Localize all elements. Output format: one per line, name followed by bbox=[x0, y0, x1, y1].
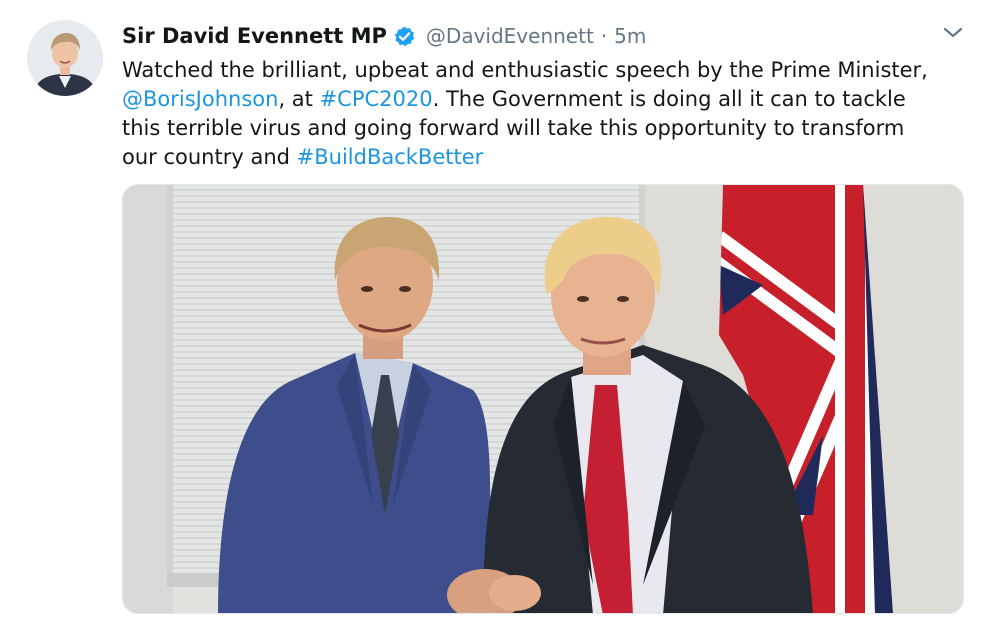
tweet-header: Sir David Evennett MP @DavidEvennett · 5… bbox=[122, 20, 646, 52]
text-fragment: , at bbox=[278, 87, 320, 111]
photo-image bbox=[123, 185, 963, 613]
tweet-text-line-2: @BorisJohnson, at #CPC2020. The Governme… bbox=[122, 85, 972, 114]
author-handle[interactable]: @DavidEvennett bbox=[426, 24, 594, 48]
timestamp-link[interactable]: 5m bbox=[614, 24, 646, 48]
avatar-image bbox=[27, 20, 103, 96]
tweet-text-line-4: our country and #BuildBackBetter bbox=[122, 143, 972, 172]
text-fragment: . The Government is doing all it can to … bbox=[432, 87, 906, 111]
tweet-text: Watched the brilliant, upbeat and enthus… bbox=[122, 56, 972, 172]
hashtag-link[interactable]: #BuildBackBetter bbox=[297, 145, 484, 169]
avatar[interactable] bbox=[27, 20, 103, 96]
verified-badge-icon bbox=[393, 25, 416, 48]
mention-link[interactable]: @BorisJohnson bbox=[122, 87, 278, 111]
separator-dot: · bbox=[600, 24, 608, 48]
tweet-photo[interactable] bbox=[122, 184, 964, 614]
text-fragment: our country and bbox=[122, 145, 297, 169]
tweet[interactable]: Sir David Evennett MP @DavidEvennett · 5… bbox=[0, 0, 1000, 630]
hashtag-link[interactable]: #CPC2020 bbox=[320, 87, 433, 111]
chevron-down-icon[interactable] bbox=[940, 22, 966, 44]
tweet-text-line-3: this terrible virus and going forward wi… bbox=[122, 116, 905, 140]
author-name[interactable]: Sir David Evennett MP bbox=[122, 24, 387, 48]
tweet-text-line-1: Watched the brilliant, upbeat and enthus… bbox=[122, 58, 928, 82]
